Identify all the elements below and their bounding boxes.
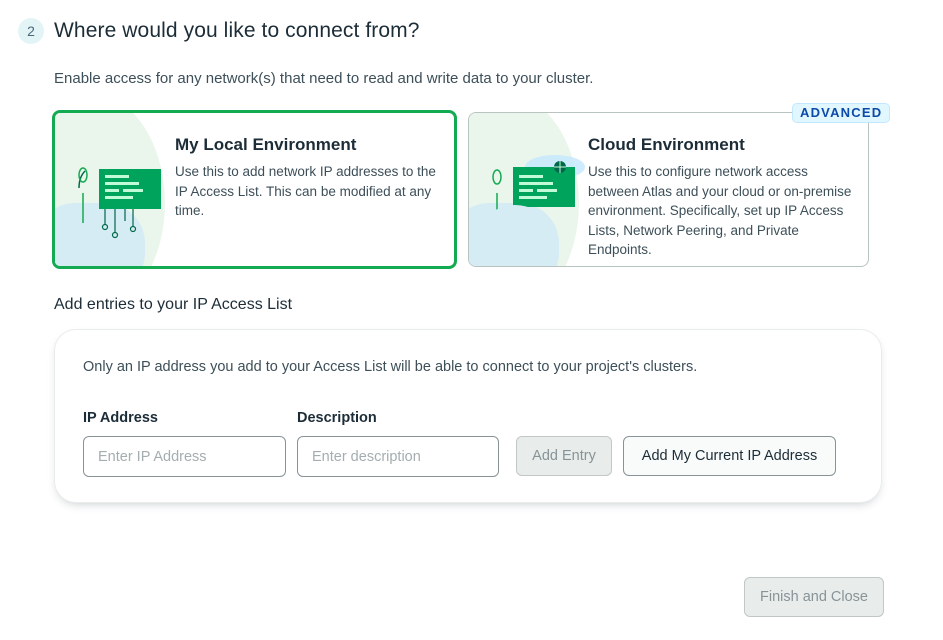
access-list-note: Only an IP address you add to your Acces… — [83, 359, 698, 375]
description-input[interactable] — [297, 436, 499, 477]
step-number-badge: 2 — [18, 18, 44, 44]
intro-text: Enable access for any network(s) that ne… — [54, 70, 594, 87]
local-card-title: My Local Environment — [175, 135, 357, 154]
cloud-network-illustration-icon — [487, 155, 585, 241]
cloud-card-title: Cloud Environment — [588, 135, 745, 154]
ip-address-input[interactable] — [83, 436, 286, 477]
access-list-panel: Only an IP address you add to your Acces… — [54, 329, 882, 503]
add-current-ip-button[interactable]: Add My Current IP Address — [623, 436, 836, 476]
access-list-section-title: Add entries to your IP Access List — [54, 296, 293, 313]
ip-address-label: IP Address — [83, 410, 158, 426]
add-entry-button[interactable]: Add Entry — [516, 436, 612, 476]
advanced-badge: ADVANCED — [792, 103, 891, 123]
step-header: 2 Where would you like to connect from? — [18, 18, 420, 44]
description-label: Description — [297, 410, 377, 426]
local-network-illustration-icon — [78, 167, 161, 239]
finish-and-close-button[interactable]: Finish and Close — [744, 577, 884, 617]
cloud-card-description: Use this to configure network access bet… — [588, 164, 852, 257]
cloud-environment-card[interactable]: Cloud Environment Use this to configure … — [468, 112, 869, 267]
local-environment-card[interactable]: My Local Environment Use this to add net… — [52, 110, 457, 269]
step-title: Where would you like to connect from? — [54, 19, 420, 42]
local-card-description: Use this to add network IP addresses to … — [175, 164, 436, 218]
